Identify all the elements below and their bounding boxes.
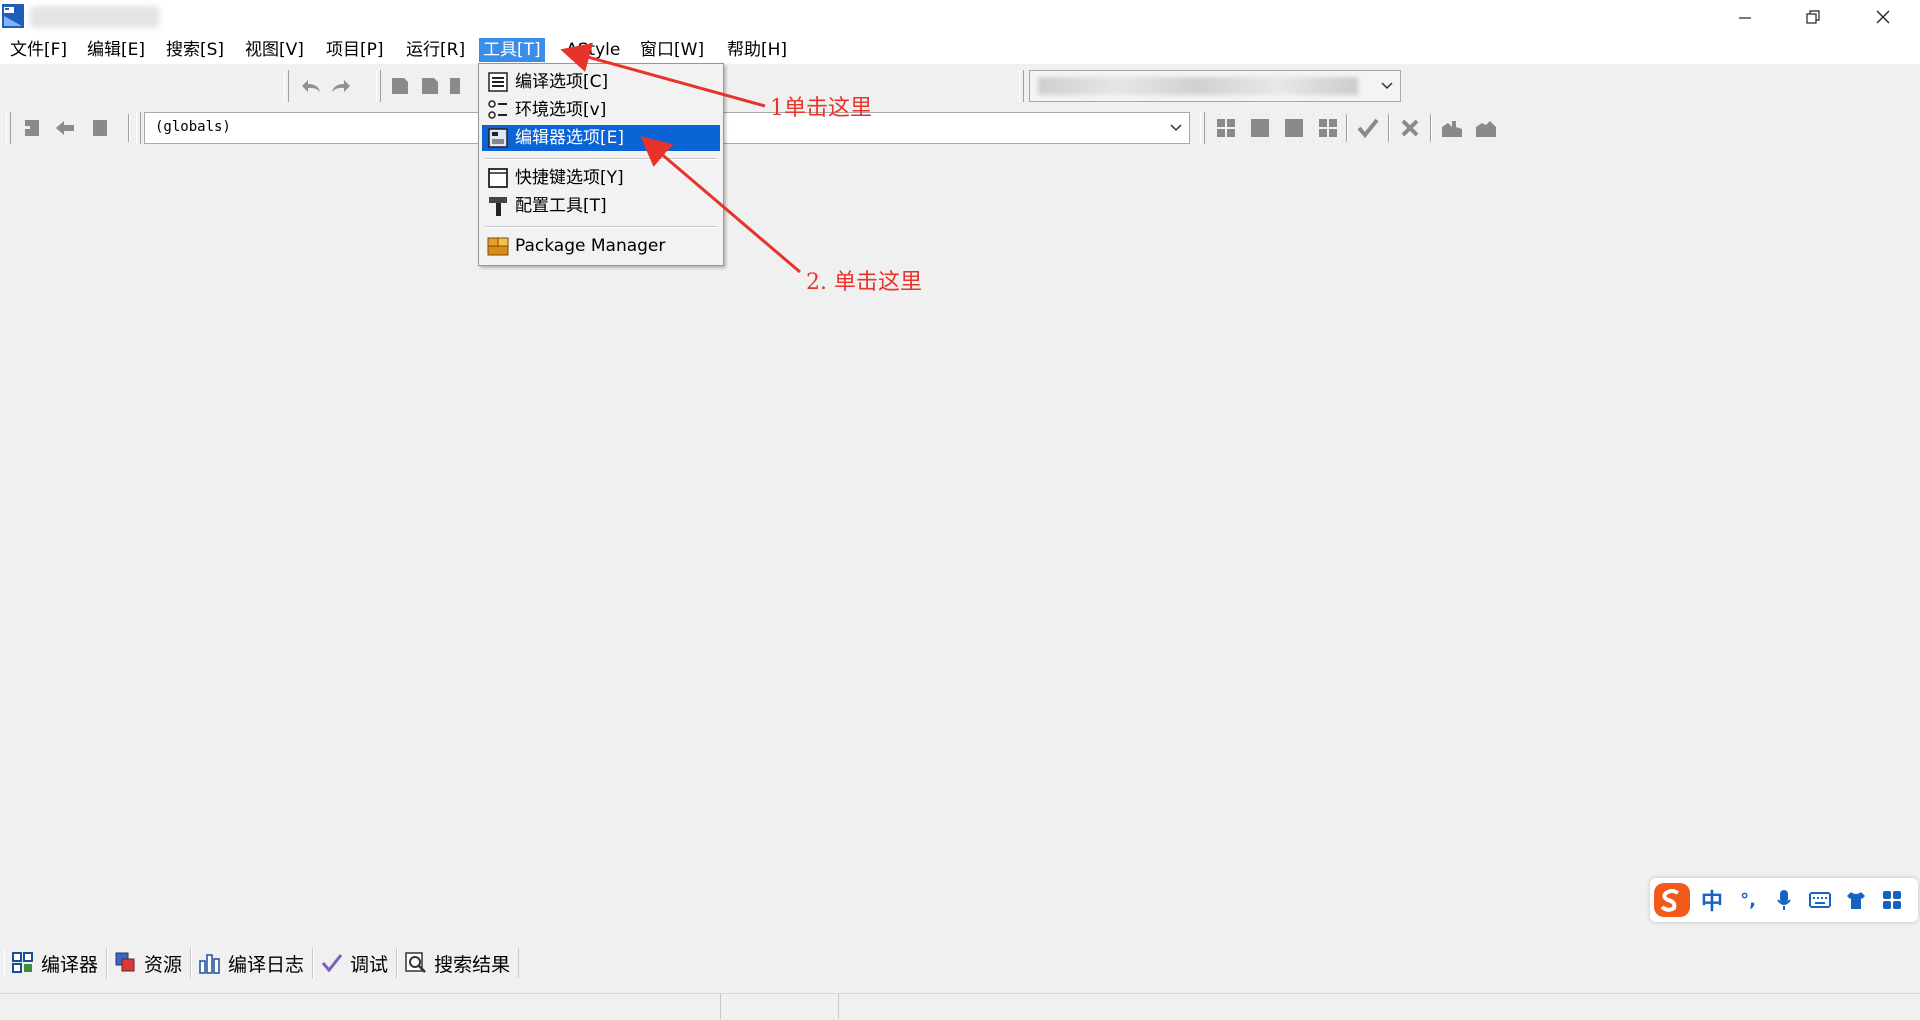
- tab-label: 资源: [144, 953, 183, 976]
- tab-label: 编译器: [41, 953, 99, 976]
- menu-item-package-manager[interactable]: Package Manager: [482, 233, 720, 259]
- compiler-select-value-blurred: [1038, 77, 1358, 95]
- menu-file[interactable]: 文件[F]: [6, 38, 71, 62]
- chevron-down-icon: [1380, 71, 1394, 101]
- restore-button[interactable]: [1778, 0, 1848, 34]
- tiles-icon[interactable]: [1316, 116, 1340, 140]
- debug-toolbar: [1198, 108, 1528, 148]
- redo-icon[interactable]: [330, 74, 354, 98]
- delete-icon[interactable]: [1398, 116, 1422, 140]
- menu-astyle[interactable]: AStyle: [562, 38, 624, 62]
- compiler-toolbar: [1017, 66, 1407, 106]
- tab-search-results[interactable]: 搜索结果: [397, 948, 520, 978]
- editor-options-icon: [487, 127, 509, 149]
- menu-search[interactable]: 搜索[S]: [162, 38, 228, 62]
- stop-icon[interactable]: [88, 116, 112, 140]
- menu-item-label: 环境选项[v]: [515, 100, 607, 120]
- menu-window[interactable]: 窗口[W]: [636, 38, 708, 62]
- bookmark-toolbar: [0, 108, 132, 148]
- annotation-step2: 2. 单击这里: [806, 270, 922, 295]
- back-icon[interactable]: [54, 116, 78, 140]
- compiler-select[interactable]: [1029, 70, 1401, 102]
- app-icon: [2, 4, 24, 28]
- tab-resources[interactable]: 资源: [107, 948, 192, 978]
- close-button[interactable]: [1848, 0, 1918, 34]
- unindent-icon[interactable]: [418, 74, 442, 98]
- tab-label: 调试: [350, 953, 389, 976]
- ime-toolbar: 中 °,: [1650, 878, 1918, 922]
- tab-label: 编译日志: [228, 953, 305, 976]
- indent-icon[interactable]: [388, 74, 412, 98]
- menu-item-editor-options[interactable]: 编辑器选项[E]: [482, 125, 720, 151]
- menu-separator: [485, 158, 717, 160]
- menu-item-compiler-options[interactable]: 编译选项[C]: [482, 69, 720, 95]
- search-results-icon: [405, 952, 426, 973]
- hammer-icon: [487, 195, 509, 217]
- toolbox-grid-icon[interactable]: [1874, 890, 1910, 910]
- resources-icon: [115, 952, 135, 972]
- package-icon: [487, 235, 509, 257]
- tools-menu: 编译选项[C] 环境选项[v] 编辑器选项[E] 快捷键选项[Y] 配置工具[T…: [478, 63, 724, 266]
- minimize-icon: [1739, 17, 1751, 19]
- check-icon[interactable]: [1356, 116, 1380, 140]
- menu-item-shortcut-options[interactable]: 快捷键选项[Y]: [482, 165, 720, 191]
- environment-options-icon: [487, 99, 509, 121]
- menu-item-label: 配置工具[T]: [515, 196, 607, 216]
- tab-compiler[interactable]: 编译器: [4, 948, 108, 978]
- rebuild-icon[interactable]: [1474, 116, 1498, 140]
- edit-toolbar: [280, 66, 374, 106]
- sogou-logo-icon[interactable]: [1650, 878, 1694, 922]
- menu-help[interactable]: 帮助[H]: [723, 38, 791, 62]
- square-icon[interactable]: [1248, 116, 1272, 140]
- tab-compile-log[interactable]: 编译日志: [191, 948, 314, 978]
- status-divider: [838, 993, 839, 1019]
- menu-run[interactable]: 运行[R]: [402, 38, 469, 62]
- status-bar: [0, 993, 1920, 1020]
- menu-item-label: Package Manager: [515, 236, 666, 256]
- debug-check-icon: [321, 954, 343, 973]
- chevron-down-icon: [1169, 113, 1183, 143]
- bottom-panel-tabs: 编译器 资源 编译日志 调试 搜索结果: [4, 948, 520, 978]
- scope-combo-value: (globals): [155, 119, 231, 135]
- menu-project[interactable]: 项目[P]: [322, 38, 388, 62]
- indent-toolbar: [372, 66, 470, 106]
- window-title-blurred: [30, 6, 160, 28]
- undo-icon[interactable]: [298, 74, 322, 98]
- minimize-button[interactable]: [1710, 0, 1780, 34]
- shortcut-options-icon: [487, 167, 509, 189]
- annotation-arrows: [560, 42, 801, 274]
- menu-edit[interactable]: 编辑[E]: [83, 38, 149, 62]
- ime-mode-toggle[interactable]: 中: [1694, 884, 1730, 916]
- keyboard-icon[interactable]: [1802, 891, 1838, 909]
- compile-log-chart-icon: [199, 954, 220, 974]
- compiler-grid-icon: [12, 952, 33, 973]
- tab-label: 搜索结果: [434, 953, 511, 976]
- menu-tools[interactable]: 工具[T]: [479, 38, 545, 62]
- compiler-options-icon: [487, 71, 509, 93]
- menu-view[interactable]: 视图[V]: [241, 38, 308, 62]
- menu-item-label: 编译选项[C]: [515, 72, 609, 92]
- goto-icon[interactable]: [20, 116, 44, 140]
- grid-icon[interactable]: [1214, 116, 1238, 140]
- skin-shirt-icon[interactable]: [1838, 890, 1874, 910]
- title-bar: [0, 0, 1920, 34]
- toggle-comment-icon[interactable]: [446, 74, 470, 98]
- microphone-icon[interactable]: [1766, 888, 1802, 912]
- square-icon[interactable]: [1282, 116, 1306, 140]
- menu-item-configure-tools[interactable]: 配置工具[T]: [482, 193, 720, 219]
- ime-punct-toggle[interactable]: °,: [1730, 890, 1766, 911]
- tab-debug[interactable]: 调试: [313, 948, 398, 978]
- menu-item-label: 编辑器选项[E]: [515, 128, 625, 148]
- status-divider: [720, 993, 721, 1019]
- menu-item-label: 快捷键选项[Y]: [515, 168, 624, 188]
- menu-item-environment-options[interactable]: 环境选项[v]: [482, 97, 720, 123]
- annotation-step1: 1单击这里: [770, 96, 872, 121]
- restore-icon: [1806, 10, 1820, 24]
- close-icon: [1876, 10, 1890, 24]
- build-icon[interactable]: [1440, 116, 1464, 140]
- menu-separator: [485, 226, 717, 228]
